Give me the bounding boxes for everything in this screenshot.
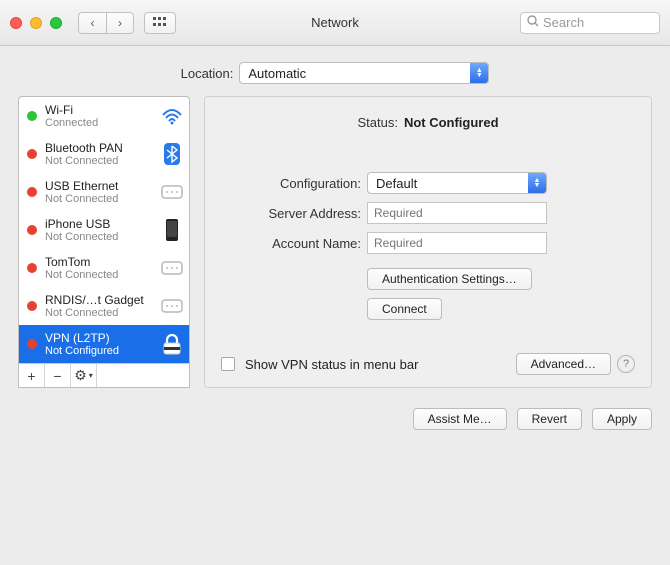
- advanced-button[interactable]: Advanced…: [516, 353, 611, 375]
- sidebar-item-usb-ethernet[interactable]: USB EthernetNot Connected: [19, 173, 189, 211]
- search-icon: [527, 15, 543, 30]
- location-popup[interactable]: Automatic ▲▼: [239, 62, 489, 84]
- phone-icon: [161, 219, 183, 241]
- remove-connection-button[interactable]: −: [45, 364, 71, 387]
- ethernet-icon: [161, 257, 183, 279]
- status-dot: [27, 111, 37, 121]
- gear-icon: ⚙︎: [74, 367, 87, 384]
- location-row: Location: Automatic ▲▼: [0, 46, 670, 96]
- sidebar-item-bluetooth-pan[interactable]: Bluetooth PANNot Connected: [19, 135, 189, 173]
- configuration-popup[interactable]: Default ▲▼: [367, 172, 547, 194]
- connection-name: USB Ethernet: [45, 179, 153, 193]
- sidebar-item-rndis-t-gadget[interactable]: RNDIS/…t GadgetNot Connected: [19, 287, 189, 325]
- nav-buttons: ‹ ›: [78, 12, 134, 34]
- show-all-button[interactable]: [144, 12, 176, 34]
- configuration-value: Default: [376, 176, 417, 191]
- sidebar-item-vpn-l2tp-[interactable]: VPN (L2TP)Not Configured: [19, 325, 189, 363]
- status-dot: [27, 149, 37, 159]
- ethernet-icon: [161, 181, 183, 203]
- revert-button[interactable]: Revert: [517, 408, 582, 430]
- connection-status-text: Not Connected: [45, 269, 153, 281]
- connection-text: TomTomNot Connected: [45, 255, 153, 281]
- status-dot: [27, 339, 37, 349]
- connection-text: iPhone USBNot Connected: [45, 217, 153, 243]
- zoom-window[interactable]: [50, 17, 62, 29]
- account-name-input[interactable]: [367, 232, 547, 254]
- connection-name: VPN (L2TP): [45, 331, 153, 345]
- connection-status-text: Connected: [45, 117, 153, 129]
- connect-button[interactable]: Connect: [367, 298, 442, 320]
- footer: Assist Me… Revert Apply: [0, 398, 670, 444]
- chevron-down-icon: ▾: [89, 371, 93, 380]
- assist-me-button[interactable]: Assist Me…: [413, 408, 507, 430]
- connection-text: Wi-FiConnected: [45, 103, 153, 129]
- grid-icon: [153, 16, 167, 30]
- sidebar-item-wi-fi[interactable]: Wi-FiConnected: [19, 97, 189, 135]
- connection-name: iPhone USB: [45, 217, 153, 231]
- server-address-input[interactable]: [367, 202, 547, 224]
- help-button[interactable]: ?: [617, 355, 635, 373]
- connection-text: RNDIS/…t GadgetNot Connected: [45, 293, 153, 319]
- show-vpn-status-checkbox[interactable]: [221, 357, 235, 371]
- connection-status-text: Not Connected: [45, 155, 153, 167]
- title-bar: ‹ › Network Search: [0, 0, 670, 46]
- window-title: Network: [311, 15, 359, 30]
- detail-panel: Status: Not Configured Configuration: De…: [204, 96, 652, 388]
- status-value: Not Configured: [404, 115, 499, 130]
- connection-status-text: Not Connected: [45, 193, 153, 205]
- connection-text: VPN (L2TP)Not Configured: [45, 331, 153, 357]
- connection-status-text: Not Connected: [45, 307, 153, 319]
- status-label: Status:: [357, 115, 397, 130]
- chevron-updown-icon: ▲▼: [470, 63, 488, 83]
- connection-name: Wi-Fi: [45, 103, 153, 117]
- status-dot: [27, 225, 37, 235]
- sidebar-item-iphone-usb[interactable]: iPhone USBNot Connected: [19, 211, 189, 249]
- search-input[interactable]: Search: [520, 12, 660, 34]
- server-address-label: Server Address:: [231, 206, 361, 221]
- location-value: Automatic: [248, 66, 306, 81]
- status-dot: [27, 301, 37, 311]
- bluetooth-icon: [161, 143, 183, 165]
- configuration-label: Configuration:: [231, 176, 361, 191]
- back-button[interactable]: ‹: [78, 12, 106, 34]
- vpn-icon: [161, 333, 183, 355]
- sidebar-toolbar: + − ⚙︎▾: [19, 363, 189, 387]
- authentication-settings-button[interactable]: Authentication Settings…: [367, 268, 532, 290]
- connection-text: USB EthernetNot Connected: [45, 179, 153, 205]
- connection-name: Bluetooth PAN: [45, 141, 153, 155]
- connection-name: TomTom: [45, 255, 153, 269]
- close-window[interactable]: [10, 17, 22, 29]
- status-dot: [27, 263, 37, 273]
- window-controls: [10, 17, 62, 29]
- chevron-updown-icon: ▲▼: [528, 173, 546, 193]
- ethernet-icon: [161, 295, 183, 317]
- add-connection-button[interactable]: +: [19, 364, 45, 387]
- wifi-icon: [161, 105, 183, 127]
- account-name-label: Account Name:: [231, 236, 361, 251]
- forward-button[interactable]: ›: [106, 12, 134, 34]
- action-menu-button[interactable]: ⚙︎▾: [71, 364, 97, 387]
- minimize-window[interactable]: [30, 17, 42, 29]
- status-dot: [27, 187, 37, 197]
- show-vpn-status-label: Show VPN status in menu bar: [245, 357, 418, 372]
- connection-text: Bluetooth PANNot Connected: [45, 141, 153, 167]
- connection-status-text: Not Configured: [45, 345, 153, 357]
- connection-sidebar: Wi-FiConnectedBluetooth PANNot Connected…: [18, 96, 190, 388]
- connection-status-text: Not Connected: [45, 231, 153, 243]
- connection-name: RNDIS/…t Gadget: [45, 293, 153, 307]
- location-label: Location:: [181, 66, 234, 81]
- search-placeholder: Search: [543, 15, 584, 30]
- sidebar-item-tomtom[interactable]: TomTomNot Connected: [19, 249, 189, 287]
- apply-button[interactable]: Apply: [592, 408, 652, 430]
